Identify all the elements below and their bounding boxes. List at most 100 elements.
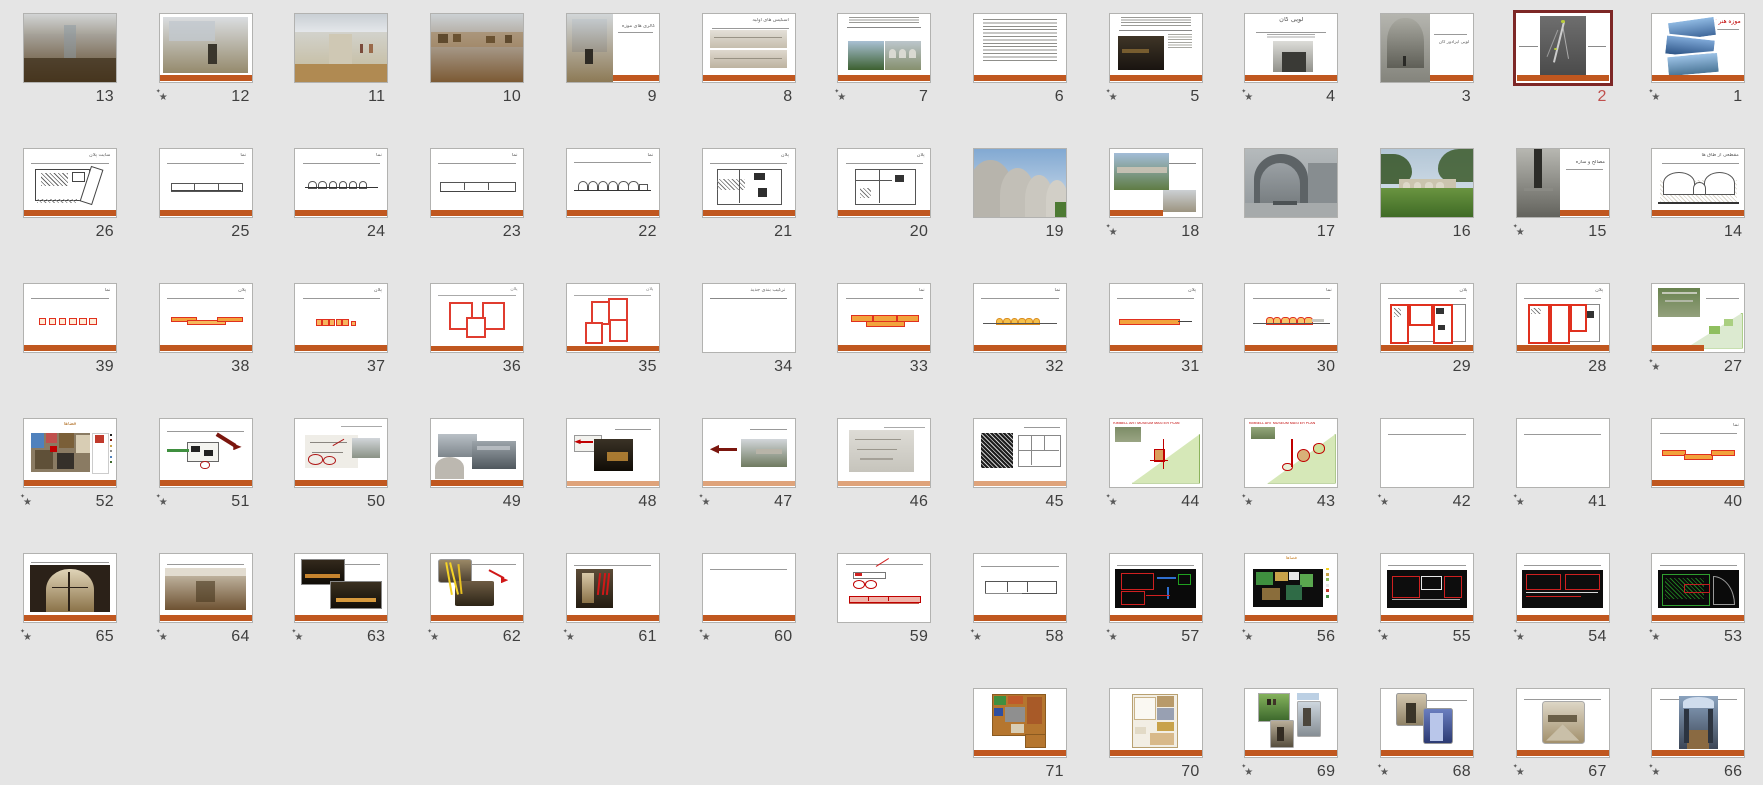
slide-thumbnail-23[interactable]: نما <box>430 148 524 218</box>
animation-spark-icon: ✦ <box>1106 88 1111 95</box>
slide-thumbnail-57[interactable] <box>1109 553 1203 623</box>
slide-art-shape <box>1289 572 1298 580</box>
slide-art-shape <box>572 19 607 52</box>
slide-thumbnail-5[interactable] <box>1109 13 1203 83</box>
slide-thumbnail-35[interactable]: پلان <box>566 283 660 353</box>
slide-thumbnail-42[interactable] <box>1380 418 1474 488</box>
slide-thumbnail-4[interactable]: لویی کان <box>1244 13 1338 83</box>
slide-art-shape <box>1724 319 1733 326</box>
slide-thumbnail-26[interactable]: سایت پلان <box>23 148 117 218</box>
slide-cell-18: ✦★18 <box>1109 148 1203 218</box>
slide-thumbnail-68[interactable] <box>1380 688 1474 758</box>
slide-thumbnail-12[interactable] <box>159 13 253 83</box>
slide-art-shape <box>330 581 382 609</box>
slide-art-shape <box>488 182 489 190</box>
slide-thumbnail-38[interactable]: پلان <box>159 283 253 353</box>
slide-thumbnail-2[interactable] <box>1516 13 1610 83</box>
slide-thumbnail-32[interactable]: نما <box>973 283 1067 353</box>
slide-thumbnail-33[interactable]: نما <box>837 283 931 353</box>
slide-sorter-canvas[interactable]: 13✦★121110گالری های موزه9اسکیس های اولیه… <box>0 0 1763 779</box>
slide-thumbnail-61[interactable] <box>566 553 660 623</box>
slide-art-shape <box>1291 439 1292 466</box>
slide-thumbnail-15[interactable]: مصالح و سازه <box>1516 148 1610 218</box>
slide-thumbnail-39[interactable]: نما <box>23 283 117 353</box>
slide-thumbnail-56[interactable]: فضاها <box>1244 553 1338 623</box>
slide-thumbnail-47[interactable] <box>702 418 796 488</box>
slide-thumbnail-34[interactable]: ترکیب بندی جدید <box>702 283 796 353</box>
animation-star-icon: ✦★ <box>1516 632 1525 643</box>
slide-thumbnail-63[interactable] <box>294 553 388 623</box>
slide-thumbnail-71[interactable] <box>973 688 1067 758</box>
slide-thumbnail-7[interactable] <box>837 13 931 83</box>
slide-thumbnail-45[interactable] <box>973 418 1067 488</box>
slide-thumbnail-55[interactable] <box>1380 553 1474 623</box>
slide-number: 13 <box>96 88 114 106</box>
slide-thumbnail-30[interactable]: نما <box>1244 283 1338 353</box>
slide-thumbnail-54[interactable] <box>1516 553 1610 623</box>
slide-thumbnail-21[interactable]: پلان <box>702 148 796 218</box>
slide-cell-3: لویی ایزادور کان3 <box>1380 13 1474 83</box>
slide-art-shape <box>160 615 252 621</box>
slide-thumbnail-28[interactable]: پلان <box>1516 283 1610 353</box>
slide-label: 59 <box>835 628 933 650</box>
slide-thumbnail-66[interactable] <box>1651 688 1745 758</box>
slide-thumbnail-69[interactable] <box>1244 688 1338 758</box>
slide-thumbnail-49[interactable] <box>430 418 524 488</box>
slide-number: 44 <box>1181 493 1199 511</box>
slide-thumbnail-52[interactable]: فضاها <box>23 418 117 488</box>
slide-thumbnail-65[interactable] <box>23 553 117 623</box>
slide-art-shape <box>1517 750 1609 756</box>
slide-thumbnail-18[interactable] <box>1109 148 1203 218</box>
slide-thumbnail-31[interactable]: پلان <box>1109 283 1203 353</box>
slide-thumbnail-25[interactable]: نما <box>159 148 253 218</box>
slide-thumbnail-22[interactable]: نما <box>566 148 660 218</box>
slide-thumbnail-48[interactable] <box>566 418 660 488</box>
slide-thumbnail-19[interactable] <box>973 148 1067 218</box>
slide-thumbnail-8[interactable]: اسکیس های اولیه <box>702 13 796 83</box>
slide-cell-37: پلان37 <box>294 283 388 353</box>
slide-thumbnail-46[interactable] <box>837 418 931 488</box>
slide-art-shape <box>76 435 91 453</box>
slide-number: 19 <box>1045 223 1063 241</box>
slide-art-shape <box>983 19 1057 61</box>
slide-thumbnail-44[interactable]: KIMBELL ART MUSEUM MASTER PLAN <box>1109 418 1203 488</box>
slide-title-text: پلان <box>899 153 925 158</box>
slide-thumbnail-59[interactable] <box>837 553 931 623</box>
slide-thumbnail-20[interactable]: پلان <box>837 148 931 218</box>
slide-art-shape <box>1517 75 1609 81</box>
slide-thumbnail-50[interactable] <box>294 418 388 488</box>
slide-thumbnail-27[interactable] <box>1651 283 1745 353</box>
slide-thumbnail-67[interactable] <box>1516 688 1610 758</box>
slide-thumbnail-1[interactable]: موزه هنر کیمبل <box>1651 13 1745 83</box>
slide-thumbnail-60[interactable] <box>702 553 796 623</box>
slide-thumbnail-36[interactable]: پلان <box>430 283 524 353</box>
slide-thumbnail-70[interactable] <box>1109 688 1203 758</box>
slide-thumbnail-9[interactable]: گالری های موزه <box>566 13 660 83</box>
animation-spark-icon: ✦ <box>1241 88 1246 95</box>
slide-thumbnail-64[interactable] <box>159 553 253 623</box>
slide-art-shape <box>868 596 869 601</box>
slide-thumbnail-41[interactable] <box>1516 418 1610 488</box>
slide-thumbnail-16[interactable] <box>1380 148 1474 218</box>
slide-thumbnail-14[interactable]: مقطعی از طاق ها <box>1651 148 1745 218</box>
slide-art-shape <box>1326 578 1329 581</box>
slide-art-shape <box>160 75 252 81</box>
slide-number: 1 <box>1733 88 1742 106</box>
slide-thumbnail-10[interactable] <box>430 13 524 83</box>
slide-thumbnail-40[interactable]: نما <box>1651 418 1745 488</box>
slide-thumbnail-62[interactable] <box>430 553 524 623</box>
slide-thumbnail-6[interactable] <box>973 13 1067 83</box>
slide-art-shape <box>160 210 252 216</box>
slide-thumbnail-11[interactable] <box>294 13 388 83</box>
slide-thumbnail-29[interactable]: پلان <box>1380 283 1474 353</box>
slide-thumbnail-53[interactable] <box>1651 553 1745 623</box>
slide-thumbnail-17[interactable] <box>1244 148 1338 218</box>
slide-thumbnail-13[interactable] <box>23 13 117 83</box>
slide-thumbnail-37[interactable]: پلان <box>294 283 388 353</box>
slide-thumbnail-43[interactable]: KIMBELL ART MUSEUM MASTER PLAN <box>1244 418 1338 488</box>
slide-thumbnail-58[interactable] <box>973 553 1067 623</box>
slide-art-shape <box>847 27 921 28</box>
slide-thumbnail-3[interactable]: لویی ایزادور کان <box>1380 13 1474 83</box>
slide-thumbnail-24[interactable]: نما <box>294 148 388 218</box>
slide-thumbnail-51[interactable] <box>159 418 253 488</box>
